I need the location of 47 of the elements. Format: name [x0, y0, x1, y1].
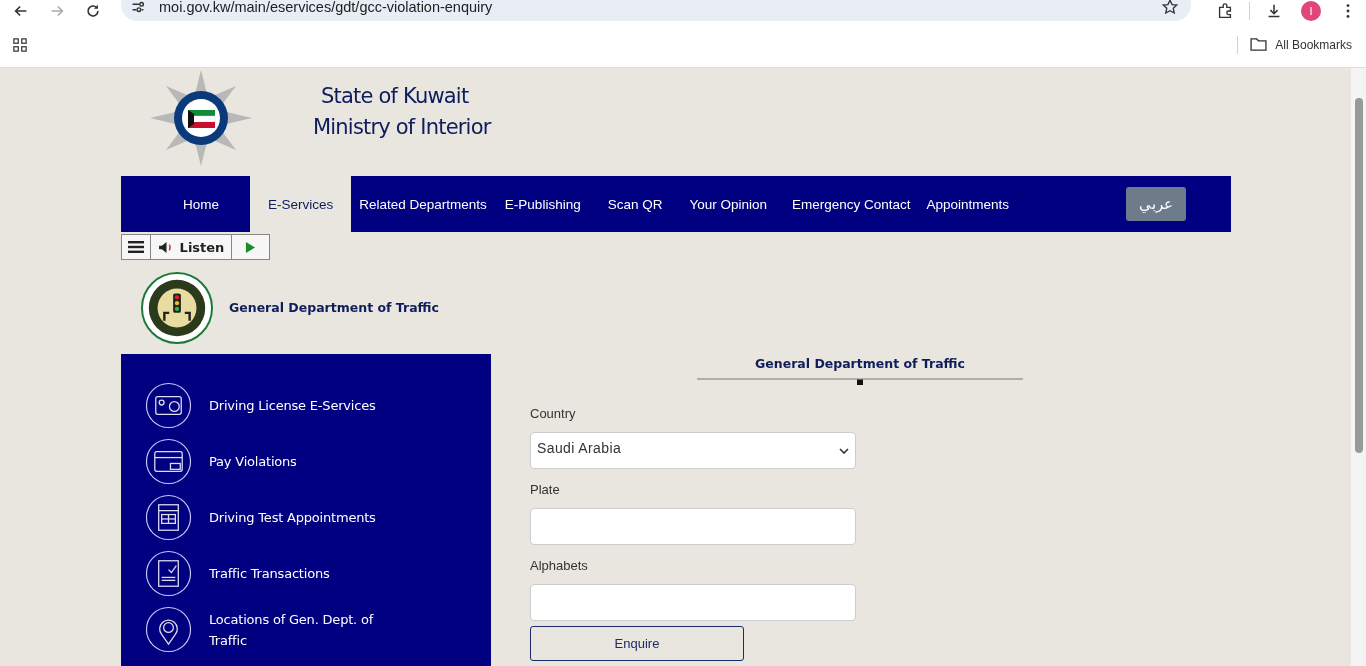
nav-tab[interactable]: Emergency Contact — [784, 176, 919, 232]
nav-tab[interactable]: Home — [121, 176, 250, 232]
listen-menu-button[interactable] — [121, 234, 151, 260]
bookmark-star-icon[interactable] — [1161, 0, 1179, 16]
chevron-down-icon — [839, 447, 849, 454]
profile-avatar[interactable]: I — [1301, 1, 1321, 21]
department-title: General Department of Traffic — [229, 299, 439, 315]
field-label: Alphabets — [530, 558, 589, 573]
traffic-emblem-drawing — [141, 272, 213, 344]
sidebar-link[interactable]: Driving License E-Services — [121, 382, 491, 429]
text-field[interactable] — [530, 508, 856, 545]
apps-grid-icon[interactable] — [13, 37, 27, 52]
sidebar-link[interactable]: Driving Test Appointments — [121, 494, 491, 541]
location-pin-icon — [145, 606, 192, 653]
field-label: Plate — [530, 482, 561, 497]
section-heading: General Department of Traffic — [755, 356, 965, 371]
nav-tab[interactable]: Related Departments — [351, 176, 495, 232]
nav-tab[interactable]: Appointments — [918, 176, 1018, 232]
text-field[interactable] — [530, 584, 856, 621]
reload-icon[interactable] — [84, 2, 102, 20]
nav-tab[interactable]: E-Services — [250, 176, 352, 232]
all-bookmarks-button[interactable]: All Bookmarks — [1250, 37, 1366, 52]
scrollbar[interactable] — [1351, 68, 1366, 666]
field-label: Country — [530, 406, 577, 421]
play-button[interactable] — [231, 234, 270, 260]
site-subtitle: Ministry of Interior — [313, 114, 491, 141]
play-icon — [245, 240, 256, 254]
extensions-icon[interactable] — [1216, 2, 1234, 20]
nav-tab[interactable]: Your Opinion — [679, 176, 784, 232]
folder-icon — [1250, 38, 1268, 51]
site-title: State of Kuwait — [321, 83, 470, 110]
url-text: moi.gov.kw/main/eservices/gdt/gcc-violation-enquiry — [159, 0, 494, 15]
payment-card-icon — [145, 438, 192, 485]
nav-tab[interactable]: E-Publishing — [494, 176, 598, 232]
language-button[interactable]: عربي — [1126, 187, 1186, 221]
calendar-icon — [145, 494, 192, 541]
country-select[interactable]: Saudi Arabia — [530, 432, 856, 469]
license-card-icon — [145, 382, 192, 429]
menu-icon — [128, 240, 144, 254]
sidebar-link[interactable]: Locations of Gen. Dept. of Traffic — [121, 606, 491, 653]
address-bar[interactable]: moi.gov.kw/main/eservices/gdt/gcc-violation-enquiry — [121, 0, 1191, 21]
nav-tab[interactable]: Scan QR — [597, 176, 680, 232]
sidebar-link[interactable]: Pay Violations — [121, 438, 491, 485]
clipboard-check-icon — [145, 550, 192, 597]
listen-button[interactable]: Listen — [150, 234, 232, 260]
enquire-button[interactable]: Enquire — [530, 626, 744, 661]
sidebar-link[interactable]: Traffic Transactions — [121, 550, 491, 597]
